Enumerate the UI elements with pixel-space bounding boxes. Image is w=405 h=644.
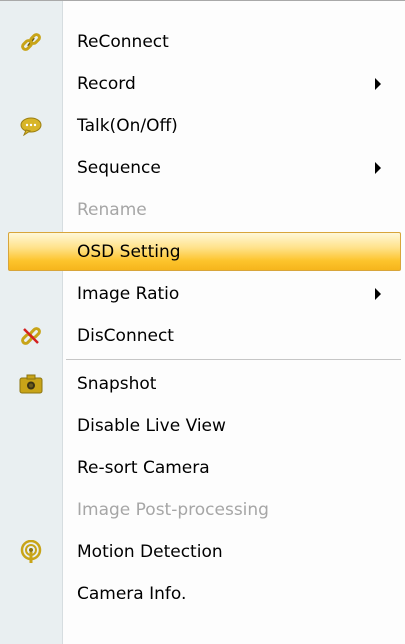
menu-item-image-ratio[interactable]: Image Ratio xyxy=(0,273,405,315)
menu-item-record[interactable]: Record xyxy=(0,63,405,105)
menu-item-re-sort-camera[interactable]: Re-sort Camera xyxy=(0,447,405,489)
menu-item-label: Re-sort Camera xyxy=(77,458,210,478)
menu-item-rename: Rename xyxy=(0,189,405,231)
menu-item-label: Sequence xyxy=(77,158,161,178)
menu-item-label: DisConnect xyxy=(77,326,174,346)
camera-icon xyxy=(18,371,44,397)
menu-item-label: Disable Live View xyxy=(77,416,226,436)
menu-item-label: Record xyxy=(77,74,136,94)
menu-item-label: Snapshot xyxy=(77,374,157,394)
menu-item-osd-setting[interactable]: OSD Setting xyxy=(0,231,405,273)
link-icon xyxy=(18,29,44,55)
menu-item-disable-live-view[interactable]: Disable Live View xyxy=(0,405,405,447)
menu-item-camera-info[interactable]: Camera Info. xyxy=(0,573,405,615)
menu-item-label: Camera Info. xyxy=(77,584,187,604)
menu-item-label: OSD Setting xyxy=(77,242,181,262)
submenu-arrow-icon xyxy=(375,162,381,174)
broken-link-icon xyxy=(18,323,44,349)
menu-item-snapshot[interactable]: Snapshot xyxy=(0,363,405,405)
menu-item-sequence[interactable]: Sequence xyxy=(0,147,405,189)
menu-item-label: Rename xyxy=(77,200,147,220)
motion-sensor-icon xyxy=(18,539,44,565)
submenu-arrow-icon xyxy=(375,288,381,300)
menu-item-label: Motion Detection xyxy=(77,542,223,562)
menu-item-label: Image Post-processing xyxy=(77,500,269,520)
menu-items: ReConnect Record Talk(On/Off) Sequence R… xyxy=(0,1,405,615)
menu-item-label: Talk(On/Off) xyxy=(77,116,178,136)
submenu-arrow-icon xyxy=(375,78,381,90)
menu-item-disconnect[interactable]: DisConnect xyxy=(0,315,405,357)
menu-item-reconnect[interactable]: ReConnect xyxy=(0,21,405,63)
context-menu: ReConnect Record Talk(On/Off) Sequence R… xyxy=(0,0,405,644)
menu-item-talk[interactable]: Talk(On/Off) xyxy=(0,105,405,147)
highlight-bar xyxy=(8,232,401,271)
speech-bubble-icon xyxy=(18,113,44,139)
menu-item-image-post-processing: Image Post-processing xyxy=(0,489,405,531)
menu-item-motion-detection[interactable]: Motion Detection xyxy=(0,531,405,573)
menu-item-label: ReConnect xyxy=(77,32,169,52)
menu-item-label: Image Ratio xyxy=(77,284,180,304)
